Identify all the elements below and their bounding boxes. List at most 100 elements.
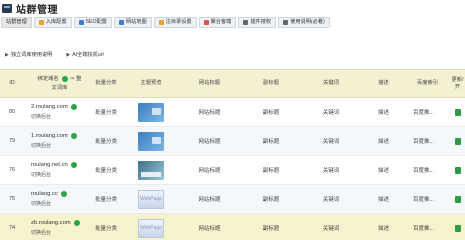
row-sub-title: 副标题 (262, 226, 280, 232)
domain-link[interactable]: 1.roulang.com (31, 133, 68, 139)
row-domain: roulang.net.cn 切换后台 (24, 156, 87, 184)
row-web-title: 网站标题 (198, 197, 221, 203)
tab-aggregate-client[interactable]: 聚合客端 (198, 17, 237, 28)
row-id: 80 (8, 109, 16, 115)
toolbar: 站群管理 入库配置 SEO配置 网站地图 注目录设置 聚合客端 插件授权 使用说… (0, 17, 465, 29)
domain-link[interactable]: zb.roulang.com (31, 220, 71, 226)
browser-icon[interactable] (70, 162, 77, 168)
plugin-icon (243, 20, 249, 25)
header-domain-line2: 文词库 (51, 84, 68, 91)
row-web-title: 网站标题 (198, 110, 221, 116)
row-theme[interactable] (125, 156, 177, 184)
theme-preview[interactable] (138, 131, 164, 151)
row-index[interactable]: 百度推... (405, 98, 450, 126)
tab-label: 聚合客端 (210, 19, 232, 25)
row-domain: 1.roulang.com 切换后台 (24, 127, 87, 155)
switch-backend-link[interactable]: 切换后台 (31, 200, 51, 207)
tab-seo-config[interactable]: SEO配置 (73, 17, 112, 28)
table-row: 76 roulang.net.cn 切换后台 批量分类 网站标题 副标题 关键词… (0, 156, 465, 185)
browser-icon[interactable] (70, 104, 77, 110)
update-icon[interactable] (454, 166, 461, 174)
row-theme[interactable] (125, 98, 177, 126)
table-header: ID 绑定域名 ⇒ 整 文词库 批量分类 主题预览 网站标题 副标题 关键词 描… (0, 69, 465, 98)
row-index[interactable]: 百度推... (405, 156, 450, 184)
switch-backend-link[interactable]: 切换后台 (31, 113, 51, 120)
theme-preview[interactable] (138, 160, 164, 180)
help-icon (283, 20, 289, 25)
row-update[interactable] (450, 156, 465, 184)
row-description: 描述 (377, 197, 389, 203)
theme-preview[interactable] (138, 102, 164, 122)
ai-link-label: AI全端找机url (72, 52, 104, 58)
page-title: 站群管理 (16, 4, 58, 16)
tab-label: 插件授权 (250, 19, 272, 25)
folder-icon (158, 20, 164, 25)
app-window-icon (2, 3, 12, 13)
update-icon[interactable] (454, 195, 461, 203)
theme-preview[interactable]: WebPage (138, 218, 164, 238)
tab-usage-guide[interactable]: 使用说明(必看) (278, 17, 330, 28)
row-description: 描述 (377, 110, 389, 116)
domain-link[interactable]: roulang.cc (31, 191, 58, 197)
row-index[interactable]: 百度推... (405, 127, 450, 155)
tab-import-config[interactable]: 入库配置 (33, 17, 72, 28)
row-description: 描述 (377, 226, 389, 232)
quick-links: ▶ 独立词库使用说明 ▶ AI全端找机url (5, 51, 104, 58)
row-keywords: 关键词 (322, 139, 340, 145)
row-sub-title: 副标题 (262, 197, 280, 203)
tab-label: 注目录设置 (165, 19, 192, 25)
row-id: 76 (8, 167, 16, 173)
help-link[interactable]: ▶ 独立词库使用说明 (5, 51, 52, 58)
browser-icon[interactable] (60, 191, 67, 197)
update-icon[interactable] (454, 137, 461, 145)
domain-link[interactable]: roulang.net.cn (31, 162, 68, 168)
browser-icon[interactable] (73, 220, 80, 226)
theme-preview[interactable]: WebPage (138, 189, 164, 209)
browser-icon[interactable] (70, 133, 77, 139)
header-id: ID (9, 80, 15, 86)
header-web-title: 网站标题 (198, 80, 221, 86)
header-domain: 绑定域名 ⇒ 整 文词库 (24, 70, 87, 97)
row-domain: zb.roulang.com 切换后台 (24, 214, 87, 240)
row-update[interactable] (450, 98, 465, 126)
switch-backend-link[interactable]: 切换后台 (31, 171, 51, 178)
header-domain-label: 绑定域名 (37, 75, 59, 82)
arrow-icon: ⇒ (69, 75, 75, 82)
switch-backend-link[interactable]: 切换后台 (31, 229, 51, 236)
row-category[interactable]: 批量分类 (87, 156, 125, 184)
row-index[interactable]: 百度推... (405, 214, 450, 240)
tab-plugin-license[interactable]: 插件授权 (238, 17, 277, 28)
update-icon[interactable] (454, 108, 461, 116)
domain-link[interactable]: 2.roulang.com (31, 104, 68, 110)
tab-sitemap[interactable]: 网站地图 (113, 17, 152, 28)
row-id: 79 (8, 138, 16, 144)
row-update[interactable] (450, 214, 465, 240)
row-theme[interactable] (125, 127, 177, 155)
tab-label: 网站地图 (125, 19, 147, 25)
row-category[interactable]: 批量分类 (87, 98, 125, 126)
update-icon[interactable] (454, 224, 461, 232)
table-row: 74 zb.roulang.com 切换后台 批量分类 WebPage 网站标题… (0, 214, 465, 240)
header-domain-line1: 绑定域名 ⇒ 整 (37, 75, 81, 83)
row-category[interactable]: 批量分类 (87, 214, 125, 240)
row-domain: 2.roulang.com 切换后台 (24, 98, 87, 126)
tab-directory-settings[interactable]: 注目录设置 (153, 17, 197, 28)
tab-site-management[interactable]: 站群管理 (1, 17, 32, 28)
row-keywords: 关键词 (322, 168, 340, 174)
switch-backend-link[interactable]: 切换后台 (31, 142, 51, 149)
tab-label: 入库配置 (45, 19, 67, 25)
ai-url-link[interactable]: ▶ AI全端找机url (66, 51, 103, 58)
import-icon (38, 20, 44, 25)
table-row: 80 2.roulang.com 切换后台 批量分类 网站标题 副标题 关键词 … (0, 98, 465, 127)
row-index[interactable]: 百度推... (405, 185, 450, 213)
row-theme[interactable]: WebPage (125, 214, 177, 240)
row-category[interactable]: 批量分类 (87, 127, 125, 155)
row-update[interactable] (450, 127, 465, 155)
header-domain-icon (61, 76, 68, 82)
row-update[interactable] (450, 185, 465, 213)
arrow-right-icon: ▶ (66, 52, 71, 58)
header-category: 批量分类 (95, 80, 117, 86)
row-id: 75 (8, 196, 16, 202)
row-theme[interactable]: WebPage (125, 185, 177, 213)
row-category[interactable]: 批量分类 (87, 185, 125, 213)
